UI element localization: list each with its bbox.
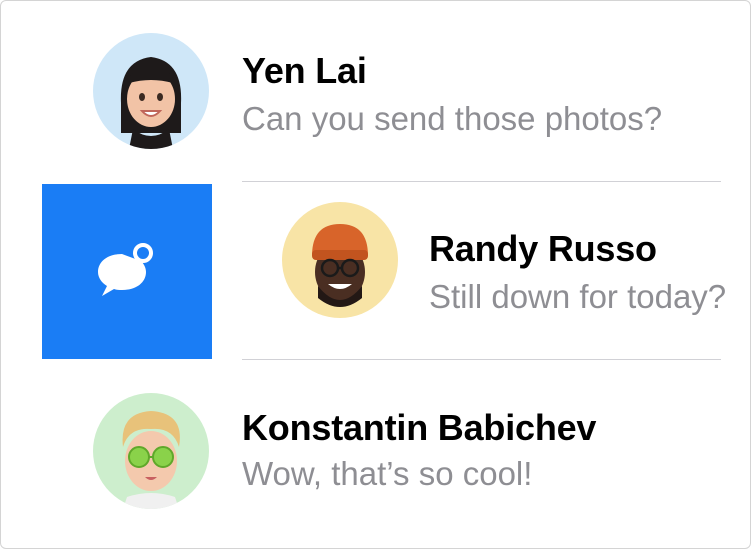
contact-name: Randy Russo (429, 228, 657, 269)
conversation-row[interactable]: Konstantin Babichev Wow, that’s so cool! (1, 361, 750, 548)
unread-message-bubble-icon (98, 243, 153, 296)
memoji-man-icon (93, 393, 209, 509)
avatar (282, 202, 398, 318)
contact-name: Yen Lai (242, 50, 367, 91)
message-preview: Can you send those photos? (242, 100, 663, 137)
avatar (93, 33, 209, 149)
mark-unread-action-button[interactable] (42, 184, 212, 359)
memoji-woman-icon (93, 33, 209, 149)
conversation-row[interactable]: Randy Russo Still down for today? (212, 184, 750, 360)
row-divider (242, 181, 721, 182)
avatar (93, 393, 209, 509)
contact-name: Konstantin Babichev (242, 407, 597, 448)
message-preview: Wow, that’s so cool! (242, 455, 533, 492)
message-preview: Still down for today? (429, 278, 727, 315)
messages-list: Yen Lai Can you send those photos? Randy… (0, 0, 751, 549)
conversation-row[interactable]: Yen Lai Can you send those photos? (1, 1, 750, 177)
row-divider (242, 359, 721, 360)
memoji-man-icon (282, 202, 398, 318)
